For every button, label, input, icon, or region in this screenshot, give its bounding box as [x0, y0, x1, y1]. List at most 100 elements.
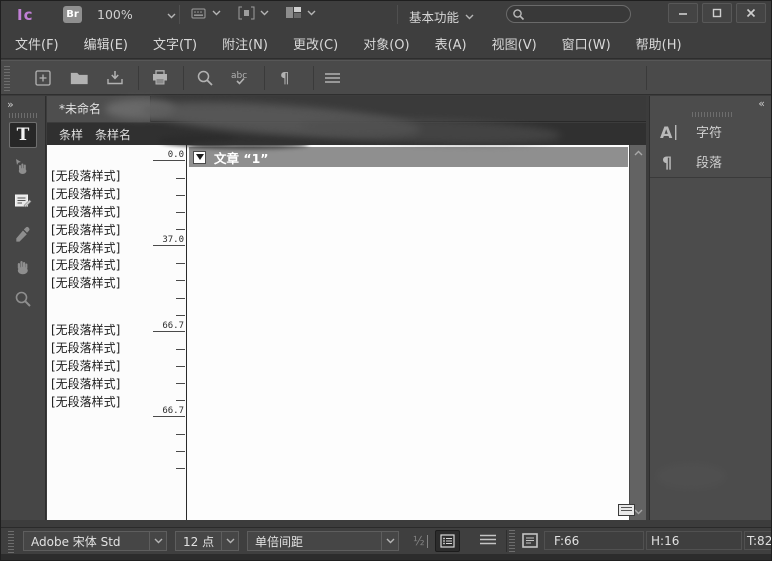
font-family-value: Adobe 宋体 Std [24, 533, 149, 550]
workspace-label: 基本功能 [409, 7, 459, 26]
svg-text:abc: abc [231, 71, 247, 81]
smudge-artifact [656, 463, 726, 489]
search-button[interactable] [190, 64, 220, 92]
menu-bar: 文件(F) 编辑(E) 文字(T) 附注(N) 更改(C) 对象(O) 表(A) 视图(V) 窗… [1, 29, 771, 59]
menu-view[interactable]: 视图(V) [492, 34, 537, 53]
panel-collapse-button[interactable]: « [758, 97, 765, 110]
new-document-button[interactable] [28, 64, 58, 92]
font-family-select[interactable]: Adobe 宋体 Std [23, 531, 167, 551]
paragraph-icon: ¶ [660, 153, 682, 171]
story-header: 文章 “1” [189, 147, 628, 167]
line-number-icon[interactable]: ½ [413, 534, 428, 548]
ruler-minor-tick [176, 451, 185, 452]
zoom-level-select[interactable]: 100% [97, 7, 176, 22]
search-box[interactable] [506, 5, 631, 23]
editor-area: [无段落样式][无段落样式][无段落样式][无段落样式][无段落样式][无段落样… [47, 145, 646, 520]
character-icon: A [660, 123, 682, 141]
toolbar-grip[interactable] [4, 65, 10, 91]
workspace-switcher[interactable]: 基本功能 [409, 7, 474, 26]
right-panel: « A 字符 ¶ 段落 [649, 96, 772, 520]
divider [313, 66, 314, 90]
paragraph-styles-column: [无段落样式][无段落样式][无段落样式][无段落样式][无段落样式][无段落样… [47, 145, 187, 520]
story-editor[interactable]: 文章 “1” [188, 145, 629, 520]
pilcrow-button[interactable]: ¶ [271, 64, 301, 92]
minimize-button[interactable] [668, 3, 698, 23]
paragraph-style-label: [无段落样式] [51, 240, 151, 258]
menu-file[interactable]: 文件(F) [15, 34, 59, 53]
search-icon [512, 8, 525, 21]
view-options-button[interactable] [191, 6, 221, 20]
maximize-button[interactable] [702, 3, 732, 23]
font-size-select[interactable]: 12 点 [175, 531, 239, 551]
story-collapse-toggle[interactable] [193, 151, 206, 164]
ruler-major-tick: 66.7 [153, 407, 185, 417]
menu-window[interactable]: 窗口(W) [562, 34, 611, 53]
divider [506, 530, 507, 552]
menu-edit[interactable]: 编辑(E) [84, 34, 128, 53]
screen-mode-button[interactable] [238, 6, 269, 20]
position-tool[interactable] [9, 154, 37, 180]
leading-select[interactable]: 单倍间距 [247, 531, 399, 551]
menu-notes[interactable]: 附注(N) [222, 34, 268, 53]
divider [138, 66, 139, 90]
view-tab-galley[interactable]: 条样 [59, 126, 83, 143]
arrange-documents-icon [285, 6, 302, 19]
ruler-minor-tick [176, 195, 185, 196]
eyedropper-tool[interactable] [9, 222, 37, 248]
vertical-scrollbar[interactable] [629, 145, 646, 520]
menu-object[interactable]: 对象(O) [363, 34, 409, 53]
stat-height: H:16 [651, 534, 679, 548]
ruler-label: 0.0 [168, 150, 184, 160]
note-tool[interactable] [9, 188, 37, 214]
open-button[interactable] [64, 64, 94, 92]
ruler-minor-tick [176, 366, 185, 367]
panel-grip[interactable] [9, 113, 37, 118]
character-panel-item[interactable]: A 字符 [660, 122, 722, 141]
bridge-button[interactable]: Br [63, 6, 82, 23]
ruler-minor-tick [176, 400, 185, 401]
triangle-down-icon [196, 154, 204, 160]
divider [183, 66, 184, 90]
paragraph-label: 段落 [696, 152, 722, 171]
smudge-artifact [189, 140, 309, 149]
statusbar-grip[interactable] [509, 530, 515, 552]
menu-icon[interactable] [317, 64, 347, 92]
chevron-down-icon [260, 10, 269, 16]
menu-icon[interactable] [479, 533, 497, 546]
panel-expand-button[interactable]: » [7, 98, 13, 111]
menu-table[interactable]: 表(A) [435, 34, 467, 53]
hand-tool[interactable] [9, 254, 37, 280]
search-input[interactable] [525, 7, 623, 21]
type-tool[interactable]: T [9, 122, 37, 148]
print-button[interactable] [145, 64, 175, 92]
panel-grip[interactable] [692, 112, 732, 117]
stat-fit: F:66 [554, 534, 579, 548]
statusbar-grip[interactable] [8, 529, 14, 553]
paragraph-style-label: [无段落样式] [51, 168, 151, 186]
menu-changes[interactable]: 更改(C) [293, 34, 338, 53]
paragraph-panel-item[interactable]: ¶ 段落 [660, 152, 722, 171]
svg-text:¶: ¶ [280, 69, 290, 87]
depth-ruler: 0.037.066.766.7 [144, 145, 186, 520]
close-button[interactable] [736, 3, 766, 23]
spellcheck-button[interactable]: abc [226, 64, 256, 92]
view-options-icon [191, 6, 207, 20]
scroll-up-arrow[interactable] [630, 146, 647, 160]
character-label: 字符 [696, 122, 722, 141]
ruler-minor-tick [176, 229, 185, 230]
ruler-minor-tick [176, 298, 185, 299]
svg-text:¶: ¶ [662, 153, 672, 171]
menu-type[interactable]: 文字(T) [153, 34, 197, 53]
arrange-documents-button[interactable] [285, 6, 316, 19]
ruler-minor-tick [176, 315, 185, 316]
ruler-minor-tick [176, 468, 185, 469]
svg-text:A: A [660, 123, 673, 141]
font-size-value: 12 点 [176, 533, 221, 550]
save-button[interactable] [100, 64, 130, 92]
zoom-tool[interactable] [9, 286, 37, 312]
ruler-minor-tick [176, 349, 185, 350]
menu-help[interactable]: 帮助(H) [636, 34, 682, 53]
copyfit-info-button[interactable] [435, 530, 460, 552]
app-bar: Ic Br 100% 基本功能 [1, 1, 771, 29]
view-tab-story[interactable]: 条样名 [95, 126, 131, 143]
